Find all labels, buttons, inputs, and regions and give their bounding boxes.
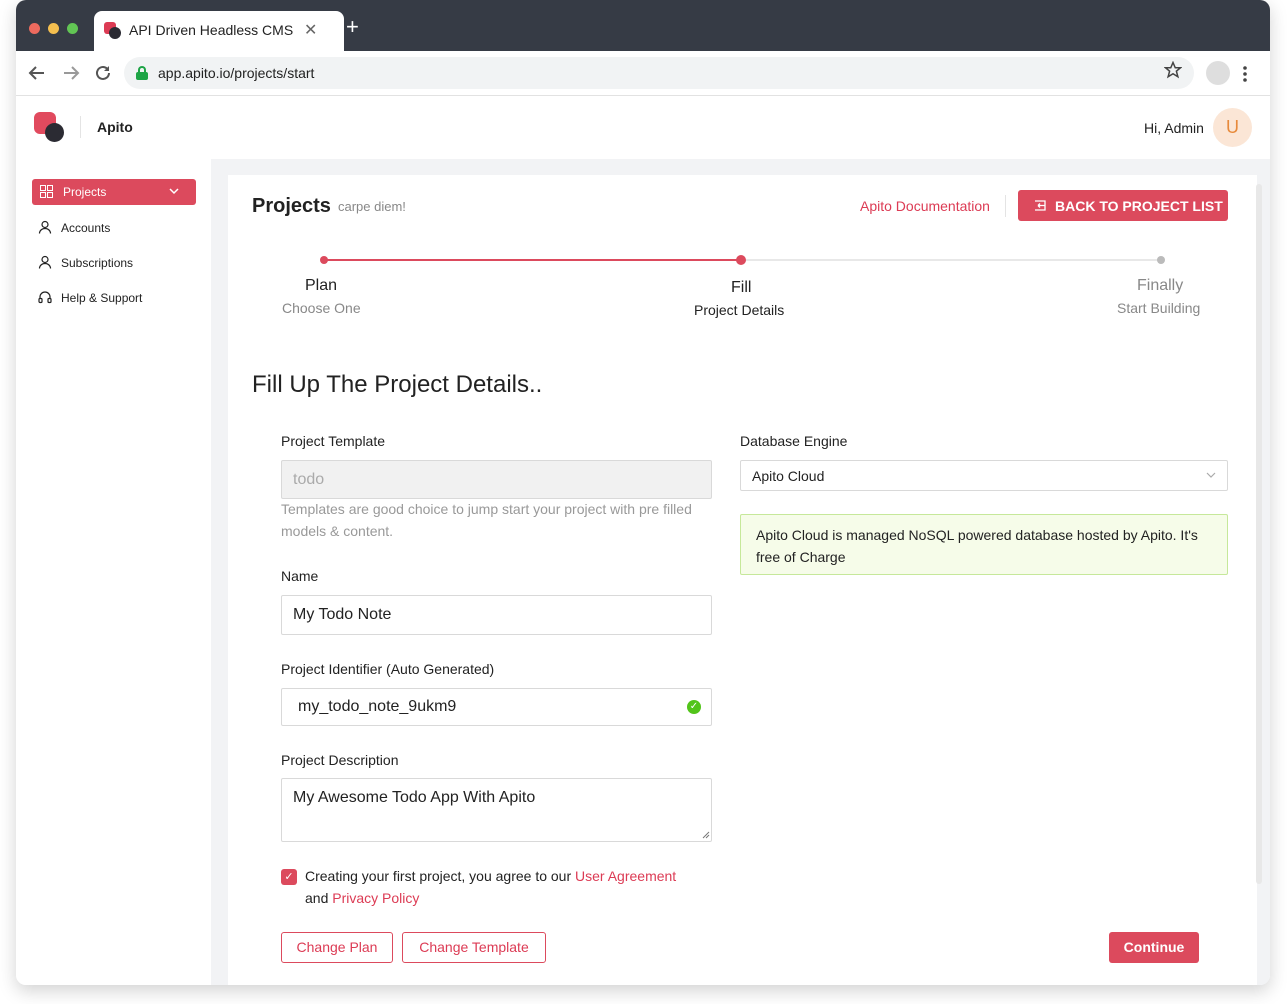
browser-tab[interactable]: API Driven Headless CMS ✕: [94, 11, 344, 51]
change-template-button[interactable]: Change Template: [402, 932, 546, 963]
database-info-alert: Apito Cloud is managed NoSQL powered dat…: [740, 514, 1228, 575]
step-desc-plan: Choose One: [282, 300, 361, 316]
template-label: Project Template: [281, 433, 386, 449]
app-header: Apito Hi, Admin U: [16, 96, 1270, 159]
documentation-link[interactable]: Apito Documentation: [860, 198, 990, 214]
agree-checkbox[interactable]: ✓: [281, 869, 297, 885]
apito-logo-icon[interactable]: [34, 112, 66, 144]
user-greeting: Hi, Admin: [1144, 120, 1204, 136]
step-dot-fill: [736, 255, 746, 265]
chevron-down-icon: [1206, 472, 1216, 478]
browser-titlebar: API Driven Headless CMS ✕ +: [16, 0, 1270, 51]
sidebar: Projects Accounts Subscriptions Help & S…: [16, 159, 211, 985]
user-icon: [38, 220, 52, 234]
lock-icon: [136, 66, 148, 80]
name-label: Name: [281, 568, 319, 584]
back-arrow-icon[interactable]: [28, 64, 46, 82]
tab-title: API Driven Headless CMS: [129, 22, 294, 38]
description-textarea[interactable]: My Awesome Todo App With Apito: [281, 778, 712, 842]
chevron-down-icon: [169, 188, 179, 195]
back-to-project-list-button[interactable]: BACK TO PROJECT LIST: [1018, 190, 1228, 221]
privacy-policy-link[interactable]: Privacy Policy: [332, 890, 419, 906]
select-value: Apito Cloud: [752, 468, 825, 484]
section-title: Fill Up The Project Details..: [252, 371, 543, 398]
change-plan-button[interactable]: Change Plan: [281, 932, 393, 963]
step-desc-finally: Start Building: [1117, 300, 1201, 316]
new-tab-icon[interactable]: +: [346, 16, 359, 38]
user-agreement-link[interactable]: User Agreement: [575, 868, 676, 884]
template-help-text: Templates are good choice to jump start …: [281, 501, 692, 539]
sidebar-item-label: Subscriptions: [61, 256, 134, 270]
forward-arrow-icon[interactable]: [62, 64, 80, 82]
sidebar-item-label: Accounts: [61, 221, 111, 235]
agree-and: and: [305, 890, 329, 906]
identifier-input[interactable]: [281, 688, 712, 726]
reload-icon[interactable]: [94, 64, 112, 82]
divider: [1005, 195, 1006, 217]
browser-toolbar: app.apito.io/projects/start: [16, 51, 1270, 96]
step-title-plan: Plan: [305, 277, 338, 294]
main-card: Projects carpe diem! Apito Documentation…: [228, 175, 1257, 985]
step-title-fill: Fill: [731, 279, 752, 296]
app-name: Apito: [97, 119, 133, 135]
grid-icon: [40, 185, 53, 198]
tab-close-icon[interactable]: ✕: [304, 20, 317, 40]
close-window-button[interactable]: [29, 23, 40, 34]
sidebar-item-label: Projects: [63, 185, 107, 199]
step-progress-pending: [741, 259, 1160, 261]
step-progress-done: [323, 259, 741, 261]
url-text: app.apito.io/projects/start: [158, 65, 315, 81]
database-engine-select[interactable]: Apito Cloud: [740, 460, 1228, 491]
identifier-label: Project Identifier (Auto Generated): [281, 661, 495, 677]
button-label: BACK TO PROJECT LIST: [1055, 198, 1223, 214]
sidebar-item-label: Help & Support: [61, 291, 143, 305]
more-menu-icon[interactable]: [1242, 65, 1248, 83]
avatar[interactable]: U: [1213, 108, 1252, 147]
template-input: [281, 460, 712, 499]
step-desc-fill: Project Details: [694, 302, 785, 318]
back-list-icon: [1035, 200, 1046, 211]
favicon-icon: [104, 22, 122, 40]
continue-button[interactable]: Continue: [1109, 932, 1199, 963]
step-title-finally: Finally: [1137, 277, 1184, 294]
sidebar-item-projects[interactable]: Projects: [32, 179, 196, 205]
database-engine-label: Database Engine: [740, 433, 848, 449]
divider: [80, 116, 81, 138]
browser-window: API Driven Headless CMS ✕ + app.apito.io…: [16, 0, 1270, 985]
profile-icon[interactable]: [1206, 61, 1230, 85]
name-input[interactable]: [281, 595, 712, 635]
identifier-field: ✓: [281, 688, 712, 726]
step-dot-plan: [320, 256, 328, 264]
address-bar[interactable]: app.apito.io/projects/start: [124, 57, 1194, 89]
scrollbar[interactable]: [1256, 184, 1262, 884]
agreement-text: Creating your first project, you agree t…: [305, 865, 725, 909]
step-dot-finally: [1157, 256, 1165, 264]
bookmark-star-icon[interactable]: [1164, 61, 1182, 79]
page-subtitle: carpe diem!: [338, 199, 406, 214]
description-label: Project Description: [281, 752, 399, 768]
maximize-window-button[interactable]: [67, 23, 78, 34]
page-title: Projects: [252, 195, 331, 217]
minimize-window-button[interactable]: [48, 23, 59, 34]
resize-handle-icon[interactable]: [702, 831, 710, 839]
check-circle-icon: ✓: [687, 700, 701, 714]
agree-text: Creating your first project, you agree t…: [305, 868, 572, 884]
headset-icon: [38, 291, 52, 304]
user-icon: [38, 255, 52, 269]
